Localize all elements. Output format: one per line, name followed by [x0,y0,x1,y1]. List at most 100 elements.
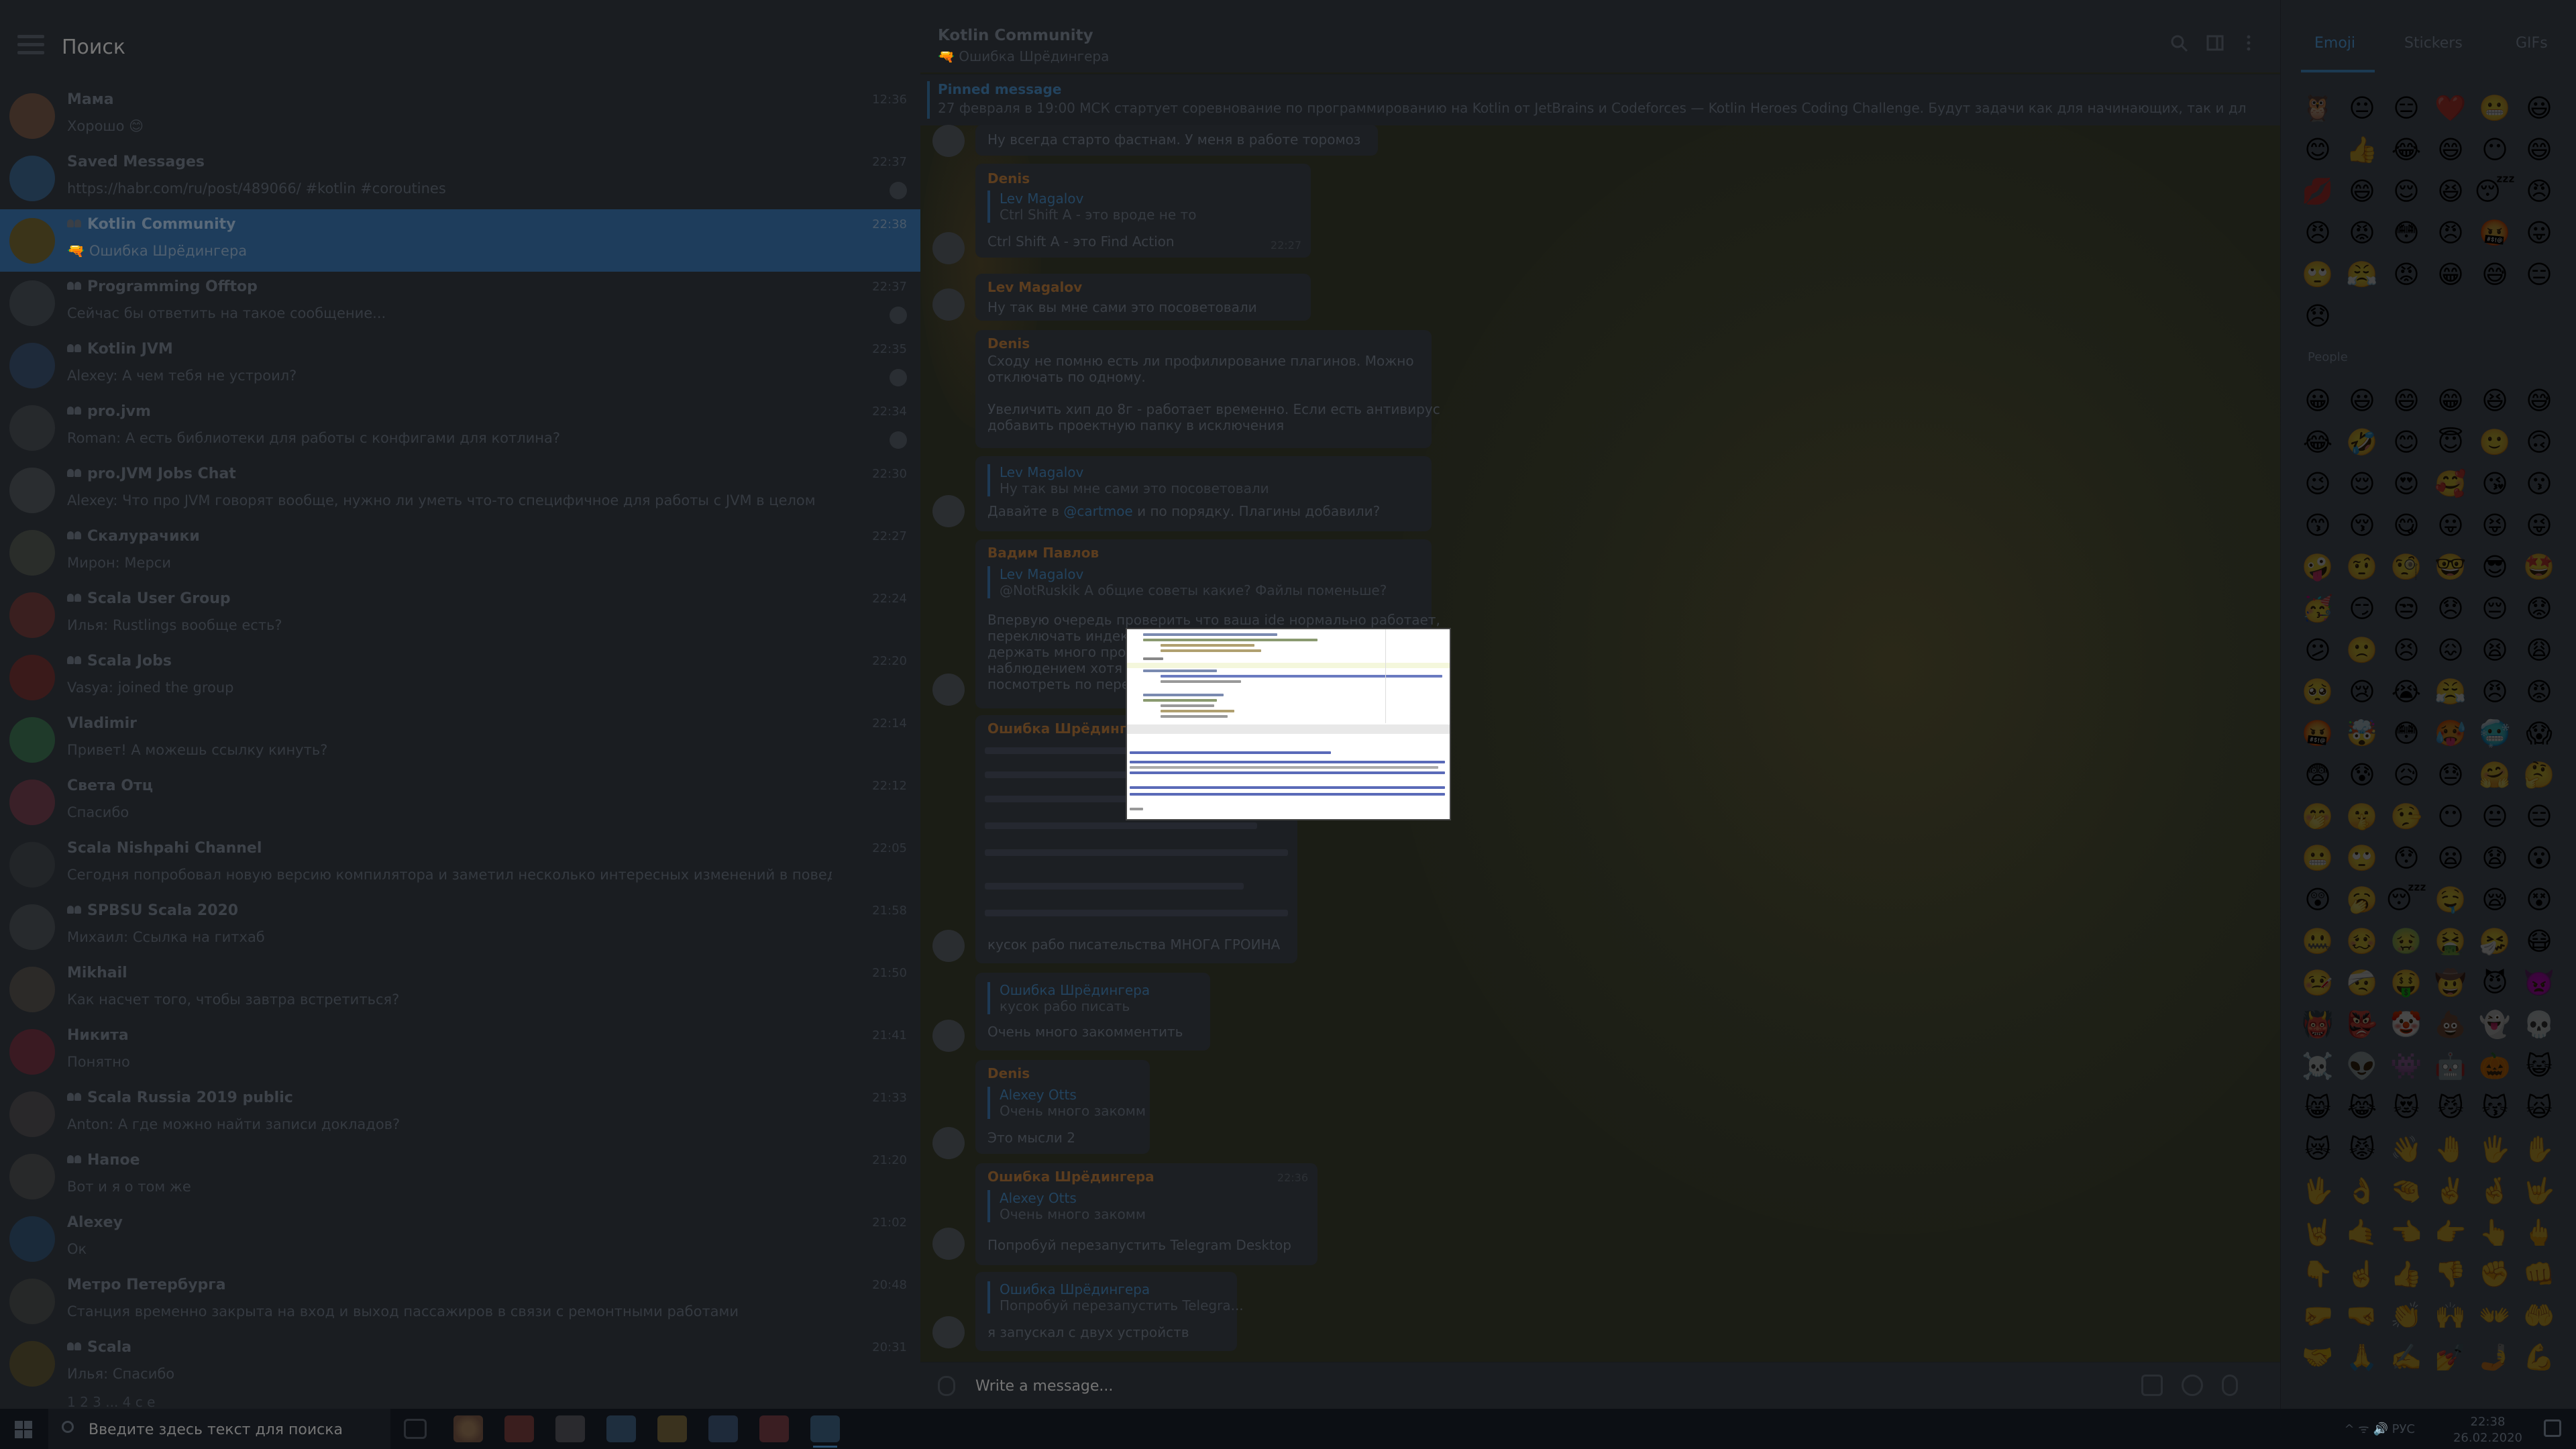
chat-list-item[interactable]: pro.jvm Roman: А есть библиотеки для рабо… [0,396,920,459]
emoji-item[interactable]: 😉 [2296,463,2340,504]
emoji-item[interactable]: 🥺 [2296,671,2340,712]
emoji-item[interactable]: 😄 [2384,380,2428,421]
emoji-item[interactable]: 💩 [2428,1004,2473,1045]
emoji-item[interactable]: 😡 [2340,212,2384,254]
emoji-item[interactable]: 😡 [2517,671,2561,712]
emoji-item[interactable]: 😭 [2384,671,2428,712]
emoji-item[interactable]: 🤒 [2296,962,2340,1004]
emoji-item[interactable]: 👾 [2384,1045,2428,1087]
chat-list-item[interactable]: Скалурачики Мирон: Мерси 22:27 [0,521,920,584]
emoji-item[interactable]: 🤳 [2473,1336,2517,1378]
emoji-item[interactable]: 😅 [2517,380,2561,421]
emoji-item[interactable]: 🎃 [2473,1045,2517,1087]
chat-list-item[interactable]: Scala Russia 2019 public Anton: А где мож… [0,1083,920,1145]
emoji-item[interactable]: 💪 [2517,1336,2561,1378]
emoji-item[interactable]: 👻 [2473,1004,2517,1045]
emoji-item[interactable]: 😀 [2296,380,2340,421]
emoji-item[interactable]: 😾 [2340,1128,2384,1170]
emoji-item[interactable]: 😳 [2384,212,2428,254]
emoji-item[interactable]: 😅 [2473,254,2517,295]
emoji-item[interactable]: 🤬 [2473,212,2517,254]
user-avatar[interactable] [932,1127,965,1159]
emoji-item[interactable]: 🥵 [2428,712,2473,754]
emoji-item[interactable]: 🙂 [2473,421,2517,463]
emoji-item[interactable]: 🤢 [2384,920,2428,962]
emoji-item[interactable]: 🤯 [2340,712,2384,754]
emoji-item[interactable]: ✍️ [2384,1336,2428,1378]
emoji-item[interactable]: 😲 [2296,879,2340,920]
emoji-item[interactable]: 🤫 [2340,796,2384,837]
emoji-item[interactable]: 😽 [2473,1087,2517,1128]
emoji-item[interactable]: 😇 [2428,421,2473,463]
emoji-item[interactable]: 🖖 [2296,1170,2340,1212]
message-bubble[interactable]: Ошибка Шрёдингера кусок рабо писать Очен… [975,973,1210,1051]
chat-list-item[interactable]: SPBSU Scala 2020 Михаил: Ссылка на гитхаб… [0,896,920,958]
emoji-item[interactable]: 😐 [2340,87,2384,129]
chat-list-item[interactable]: Метро Петербурга Станция временно закрыта… [0,1270,920,1332]
chat-list-item[interactable]: Scala Илья: Спасибо 20:31 [0,1332,920,1395]
chat-list-item[interactable]: Scala Jobs Vasya: joined the group 22:20 [0,646,920,708]
emoji-item[interactable]: 👹 [2296,1004,2340,1045]
reply-quote[interactable]: Lev Magalov Ctrl Shift A - это вроде не … [987,191,1196,223]
clock[interactable]: 22:38 26.02.2020 [2453,1414,2522,1446]
emoji-item[interactable]: 😬 [2473,87,2517,129]
emoji-item[interactable]: 🤣 [2340,421,2384,463]
emoji-item[interactable]: ☝️ [2340,1253,2384,1295]
emoji-item[interactable]: 🤠 [2428,962,2473,1004]
message-bubble[interactable]: Denis Lev Magalov Ctrl Shift A - это вро… [975,164,1311,258]
emoji-item[interactable]: 🤑 [2384,962,2428,1004]
emoji-item[interactable]: 😶 [2473,129,2517,170]
emoji-item[interactable]: 😄 [2517,129,2561,170]
emoji-item[interactable]: 😓 [2428,754,2473,796]
emoji-item[interactable]: ❤️ [2428,87,2473,129]
taskbar-search[interactable] [48,1409,390,1449]
edge-icon[interactable] [606,1415,636,1442]
emoji-item[interactable]: 😑 [2517,796,2561,837]
emoji-item[interactable]: 😃 [2340,380,2384,421]
emoji-item[interactable]: 😳 [2384,712,2428,754]
message-bubble[interactable]: Denis Сходу не помню есть ли профилирова… [975,330,1440,448]
reply-quote[interactable]: Ошибка Шрёдингера кусок рабо писать [987,982,1150,1014]
emoji-item[interactable]: 😪 [2473,879,2517,920]
emoji-item[interactable]: ✊ [2473,1253,2517,1295]
emoji-item[interactable]: 🤕 [2340,962,2384,1004]
emoji-item[interactable]: 😫 [2473,629,2517,671]
emoji-item[interactable]: 🤖 [2428,1045,2473,1087]
user-avatar[interactable] [932,1228,965,1260]
emoji-item[interactable]: 🙀 [2517,1087,2561,1128]
chrome-icon[interactable] [453,1415,483,1442]
emoji-item[interactable]: 👉 [2428,1212,2473,1253]
emoji-item[interactable]: 💀 [2517,1004,2561,1045]
emoji-item[interactable]: 🤧 [2473,920,2517,962]
emoji-item[interactable]: 🖐 [2473,1128,2517,1170]
emoji-item[interactable]: 🥰 [2428,463,2473,504]
emoji-item[interactable]: 👿 [2517,962,2561,1004]
emoji-item[interactable]: 😗 [2517,463,2561,504]
emoji-item[interactable]: 😌 [2384,170,2428,212]
tab-gifs[interactable]: GIFs [2516,35,2548,52]
emoji-item[interactable]: 😸 [2296,1087,2340,1128]
emoji-item[interactable]: 😤 [2340,254,2384,295]
emoji-item[interactable]: 👏 [2384,1295,2428,1336]
emoji-item[interactable]: 😌 [2340,463,2384,504]
more-vertical-icon[interactable] [2239,34,2258,52]
emoji-item[interactable]: 😋 [2384,504,2428,546]
file-explorer-icon[interactable] [657,1415,687,1442]
reply-quote[interactable]: Alexey Otts Очень много закомм [987,1190,1146,1222]
chat-list-item[interactable]: Напое Вот и я о том же 21:20 [0,1145,920,1208]
emoji-item[interactable]: 😄 [2340,170,2384,212]
sidebar-toggle-icon[interactable] [2206,34,2224,52]
chat-list-item[interactable]: Mikhail Как насчет того, чтобы завтра вст… [0,958,920,1020]
emoji-item[interactable]: 😊 [2296,129,2340,170]
message-bubble[interactable]: Lev Magalov Ну так вы мне сами это посов… [975,456,1432,531]
emoji-item[interactable]: 👍 [2340,129,2384,170]
emoji-item[interactable]: 😑 [2384,87,2428,129]
emoji-item[interactable]: 😞 [2296,295,2340,337]
emoji-item[interactable]: 😙 [2296,504,2340,546]
emoji-item[interactable]: 🙄 [2296,254,2340,295]
emoji-item[interactable]: 🧐 [2384,546,2428,588]
emoji-item[interactable]: 😛 [2517,212,2561,254]
emoji-item[interactable]: 🤲 [2517,1295,2561,1336]
message-bubble[interactable]: Ошибка Шрёдингера 22:36 Alexey Otts Очен… [975,1163,1318,1265]
emoji-item[interactable]: 😻 [2384,1087,2428,1128]
